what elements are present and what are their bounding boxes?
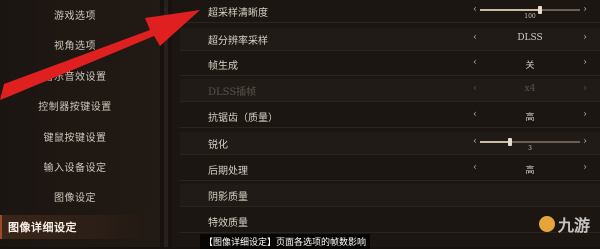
sidebar-item-game-options[interactable]: 游戏选项: [0, 2, 150, 26]
setting-label: DLSS插帧: [208, 87, 257, 98]
setting-value: DLSS: [517, 33, 543, 43]
prev-option-arrow-icon[interactable]: ‹: [473, 109, 477, 120]
setting-value: 高: [525, 113, 535, 123]
sidebar-item-controller-bindings[interactable]: 控制器按键设置: [0, 93, 150, 117]
setting-row-anti-aliasing[interactable]: 抗锯齿（质量） ‹ 高 ›: [180, 105, 600, 128]
setting-label: 后期处理: [208, 166, 248, 177]
prev-option-arrow-icon: ‹: [473, 83, 477, 94]
setting-row-frame-generation[interactable]: 帧生成 ‹ 关 ›: [180, 53, 600, 76]
setting-row-effects-quality[interactable]: 特效质量: [180, 210, 600, 233]
increase-arrow-icon[interactable]: ›: [583, 4, 587, 15]
setting-label: 帧生成: [208, 61, 238, 72]
prev-option-arrow-icon[interactable]: ‹: [473, 57, 477, 68]
setting-row-shadow-quality[interactable]: 阴影质量: [180, 184, 600, 207]
setting-row-sharpening[interactable]: 锐化 ‹ 3 ›: [180, 132, 600, 155]
setting-row-dlss-frame-interpolation: DLSS插帧 ‹ x4 ›: [180, 79, 600, 102]
setting-label: 特效质量: [208, 218, 248, 229]
watermark: 九游: [538, 212, 590, 236]
prev-option-arrow-icon[interactable]: ‹: [473, 162, 477, 173]
decrease-arrow-icon[interactable]: ‹: [473, 4, 477, 15]
increase-arrow-icon[interactable]: ›: [583, 136, 587, 147]
sidebar-item-graphics[interactable]: 图像设定: [0, 184, 150, 208]
setting-value: x4: [524, 84, 536, 94]
setting-label: 超采样清晰度: [208, 8, 268, 19]
slider-fill: [480, 141, 510, 143]
settings-panel: 超采样清晰度 ‹ 100 › 超分辨率采样 ‹ DLSS › 帧生成 ‹ 关 ›…: [172, 0, 600, 247]
slider-track[interactable]: [480, 6, 580, 14]
setting-label: 超分辨率采样: [208, 36, 268, 47]
sidebar-item-camera-options[interactable]: 视角选项: [0, 32, 150, 56]
slider-fill: [480, 9, 540, 11]
watermark-logo-icon: [538, 216, 555, 232]
decrease-arrow-icon[interactable]: ‹: [473, 136, 477, 147]
next-option-arrow-icon[interactable]: ›: [583, 57, 587, 68]
setting-value: 关: [525, 61, 535, 71]
sidebar-item-graphics-detail[interactable]: 图像详细设定: [0, 215, 152, 239]
sidebar-item-keyboard-mouse-bindings[interactable]: 键鼠按键设置: [0, 124, 150, 148]
next-option-arrow-icon: ›: [583, 83, 587, 94]
setting-row-supersampling-sharpness[interactable]: 超采样清晰度 ‹ 100 ›: [180, 0, 600, 23]
panel-divider: [164, 0, 168, 247]
setting-label: 阴影质量: [208, 192, 248, 203]
next-option-arrow-icon[interactable]: ›: [583, 32, 587, 43]
slider-track[interactable]: [480, 138, 580, 146]
setting-label: 抗锯齿（质量）: [208, 113, 278, 124]
next-option-arrow-icon[interactable]: ›: [583, 162, 587, 173]
slider-value: 3: [528, 145, 532, 152]
setting-row-post-processing[interactable]: 后期处理 ‹ 高 ›: [180, 158, 600, 181]
setting-label: 锐化: [208, 140, 228, 151]
watermark-text: 九游: [557, 216, 590, 235]
slider-value: 100: [524, 13, 536, 20]
settings-sidebar: 游戏选项 视角选项 音乐音效设置 控制器按键设置 键鼠按键设置 输入设备设定 图…: [0, 0, 160, 247]
prev-option-arrow-icon[interactable]: ‹: [473, 32, 477, 43]
sidebar-item-audio-settings[interactable]: 音乐音效设置: [0, 63, 150, 87]
next-option-arrow-icon[interactable]: ›: [583, 109, 587, 120]
sidebar-item-input-device[interactable]: 输入设备设定: [0, 154, 150, 178]
setting-value: 高: [525, 166, 535, 176]
setting-row-super-resolution[interactable]: 超分辨率采样 ‹ DLSS ›: [180, 28, 600, 51]
